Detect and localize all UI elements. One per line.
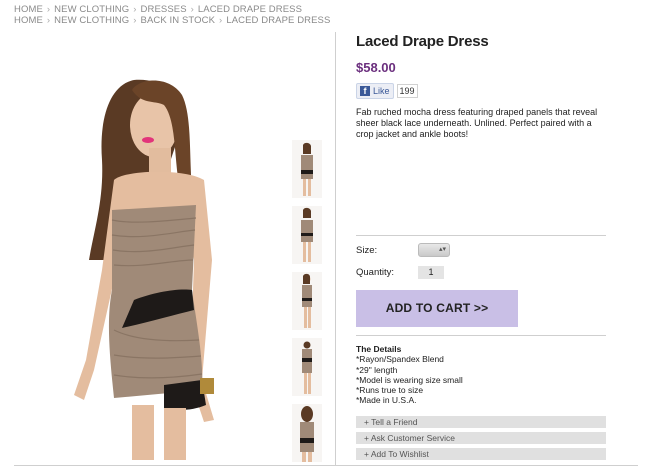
size-label: Size: [356,245,378,256]
column-divider [335,32,336,466]
details-item: *Model is wearing size small [356,374,463,385]
details-item: *29" length [356,364,398,375]
breadcrumb-link[interactable]: HOME [14,4,43,15]
product-main-image[interactable] [14,60,286,460]
breadcrumb-link[interactable]: LACED DRAPE DRESS [198,4,302,15]
details-item: *Made in U.S.A. [356,395,417,406]
quantity-label: Quantity: [356,267,395,278]
breadcrumb-link[interactable]: NEW CLOTHING [54,4,129,15]
breadcrumb: HOME › NEW CLOTHING › DRESSES › LACED DRAPE DR… [14,4,330,26]
thumbnail-strip [292,140,326,470]
tell-a-friend-link[interactable]: + Tell a Friend [356,416,606,428]
like-label: Like [373,86,390,96]
add-to-wishlist-link[interactable]: + Add To Wishlist [356,448,606,460]
like-count: 199 [396,84,418,98]
quantity-input[interactable]: 1 [418,266,444,279]
breadcrumb-row-1: HOME › NEW CLOTHING › DRESSES › LACED DRAPE DR… [14,4,303,15]
divider [356,335,606,336]
thumbnail-full-front[interactable] [292,206,322,264]
ask-customer-service-link[interactable]: + Ask Customer Service [356,432,606,444]
breadcrumb-link[interactable]: HOME [14,15,43,26]
breadcrumb-link[interactable]: BACK IN STOCK [141,15,216,26]
facebook-like: f Like 199 [356,83,608,99]
details-item: *Runs true to size [356,385,424,396]
thumbnail-full-side[interactable] [292,272,322,330]
divider [356,235,606,236]
facebook-like-button[interactable]: f Like [356,83,394,99]
divider [14,465,638,466]
product-title: Laced Drape Dress [356,33,489,50]
details-heading: The Details [356,344,402,354]
details-item: *Rayon/Spandex Blend [356,354,444,365]
breadcrumb-link[interactable]: LACED DRAPE DRESS [226,15,330,26]
facebook-icon: f [360,86,370,96]
breadcrumb-link[interactable]: NEW CLOTHING [54,15,129,26]
select-arrows-icon: ▴▾ [438,246,446,253]
product-description: Fab ruched mocha dress featuring draped … [356,107,598,139]
breadcrumb-row-2: HOME › NEW CLOTHING › BACK IN STOCK › LACED DR… [14,15,331,26]
thumbnail-back-detail[interactable] [292,404,322,462]
add-to-cart-button[interactable]: ADD TO CART >> [356,290,518,327]
breadcrumb-link[interactable]: DRESSES [141,4,187,15]
product-info: Laced Drape Dress $58.00 f Like 199 Fab … [356,32,608,140]
product-price: $58.00 [356,60,396,75]
size-select[interactable]: ▴▾ [418,243,450,257]
product-details: The Details *Rayon/Spandex Blend *29" le… [356,344,463,406]
thumbnail-back-view[interactable] [292,338,322,396]
thumbnail-front-view[interactable] [292,140,322,198]
